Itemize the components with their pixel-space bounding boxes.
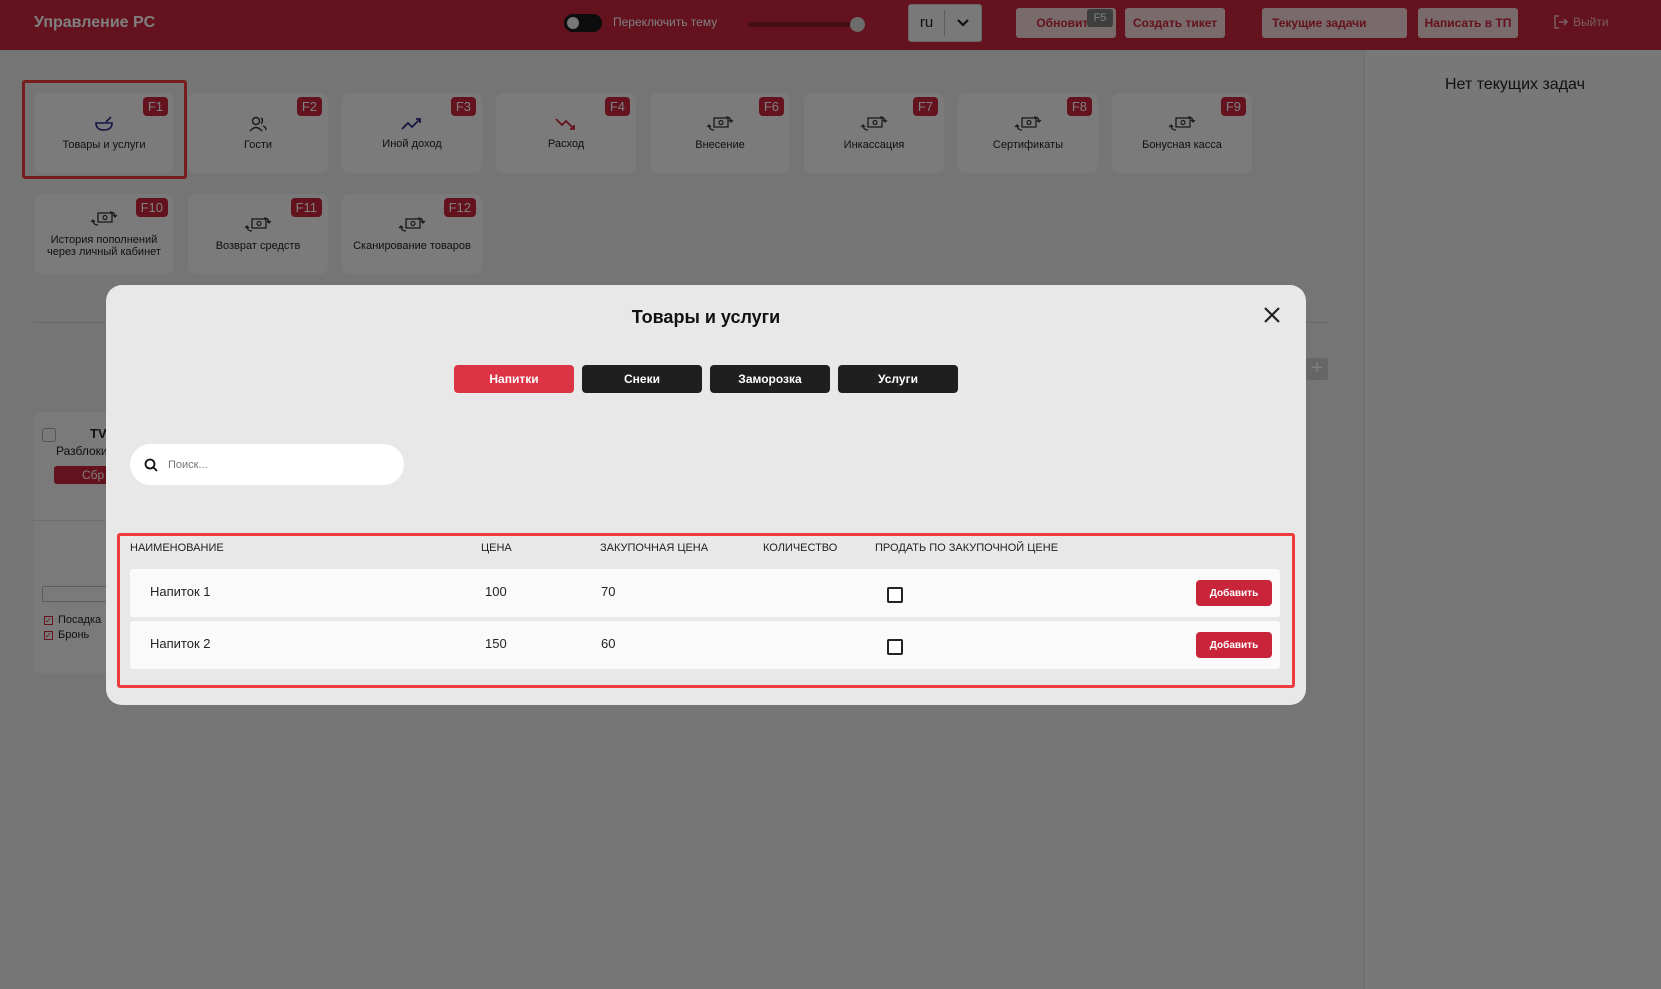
tab-frozen[interactable]: Заморозка: [710, 365, 830, 393]
add-button[interactable]: Добавить: [1196, 580, 1272, 606]
col-purchase-price: ЗАКУПОЧНАЯ ЦЕНА: [600, 542, 709, 554]
search-box[interactable]: [130, 444, 404, 485]
add-button-label: Добавить: [1209, 639, 1259, 651]
row-purchase-price: 60: [601, 636, 616, 651]
table-header: НАИМЕНОВАНИЕ ЦЕНА ЗАКУПОЧНАЯ ЦЕНА КОЛИЧЕ…: [130, 542, 1280, 562]
sell-at-purchase-checkbox[interactable]: [887, 639, 903, 655]
tab-snacks[interactable]: Снеки: [582, 365, 702, 393]
col-name: НАИМЕНОВАНИЕ: [130, 542, 224, 554]
col-price: ЦЕНА: [481, 542, 512, 554]
tab-label: Снеки: [624, 372, 660, 386]
search-input[interactable]: [168, 458, 368, 471]
tab-label: Напитки: [489, 372, 539, 386]
table-row: Напиток 1 100 70 Добавить: [130, 569, 1280, 617]
modal-title: Товары и услуги: [631, 307, 781, 327]
close-icon: [1264, 307, 1280, 323]
col-quantity: КОЛИЧЕСТВО: [763, 542, 838, 554]
add-button-label: Добавить: [1209, 587, 1259, 599]
row-price: 100: [485, 584, 507, 599]
tab-services[interactable]: Услуги: [838, 365, 958, 393]
goods-services-modal: Товары и услуги Напитки Снеки Заморозка …: [106, 285, 1306, 705]
tab-drinks[interactable]: Напитки: [454, 365, 574, 393]
table-row: Напиток 2 150 60 Добавить: [130, 621, 1280, 669]
tab-label: Заморозка: [738, 372, 802, 386]
close-button[interactable]: [1260, 303, 1284, 327]
row-price: 150: [485, 636, 507, 651]
sell-at-purchase-checkbox[interactable]: [887, 587, 903, 603]
search-icon: [144, 458, 158, 472]
row-purchase-price: 70: [601, 584, 616, 599]
row-name: Напиток 1: [150, 584, 211, 599]
add-button[interactable]: Добавить: [1196, 632, 1272, 658]
tab-label: Услуги: [878, 372, 918, 386]
col-sell-at-purchase: ПРОДАТЬ ПО ЗАКУПОЧНОЙ ЦЕНЕ: [875, 542, 1059, 554]
row-name: Напиток 2: [150, 636, 211, 651]
